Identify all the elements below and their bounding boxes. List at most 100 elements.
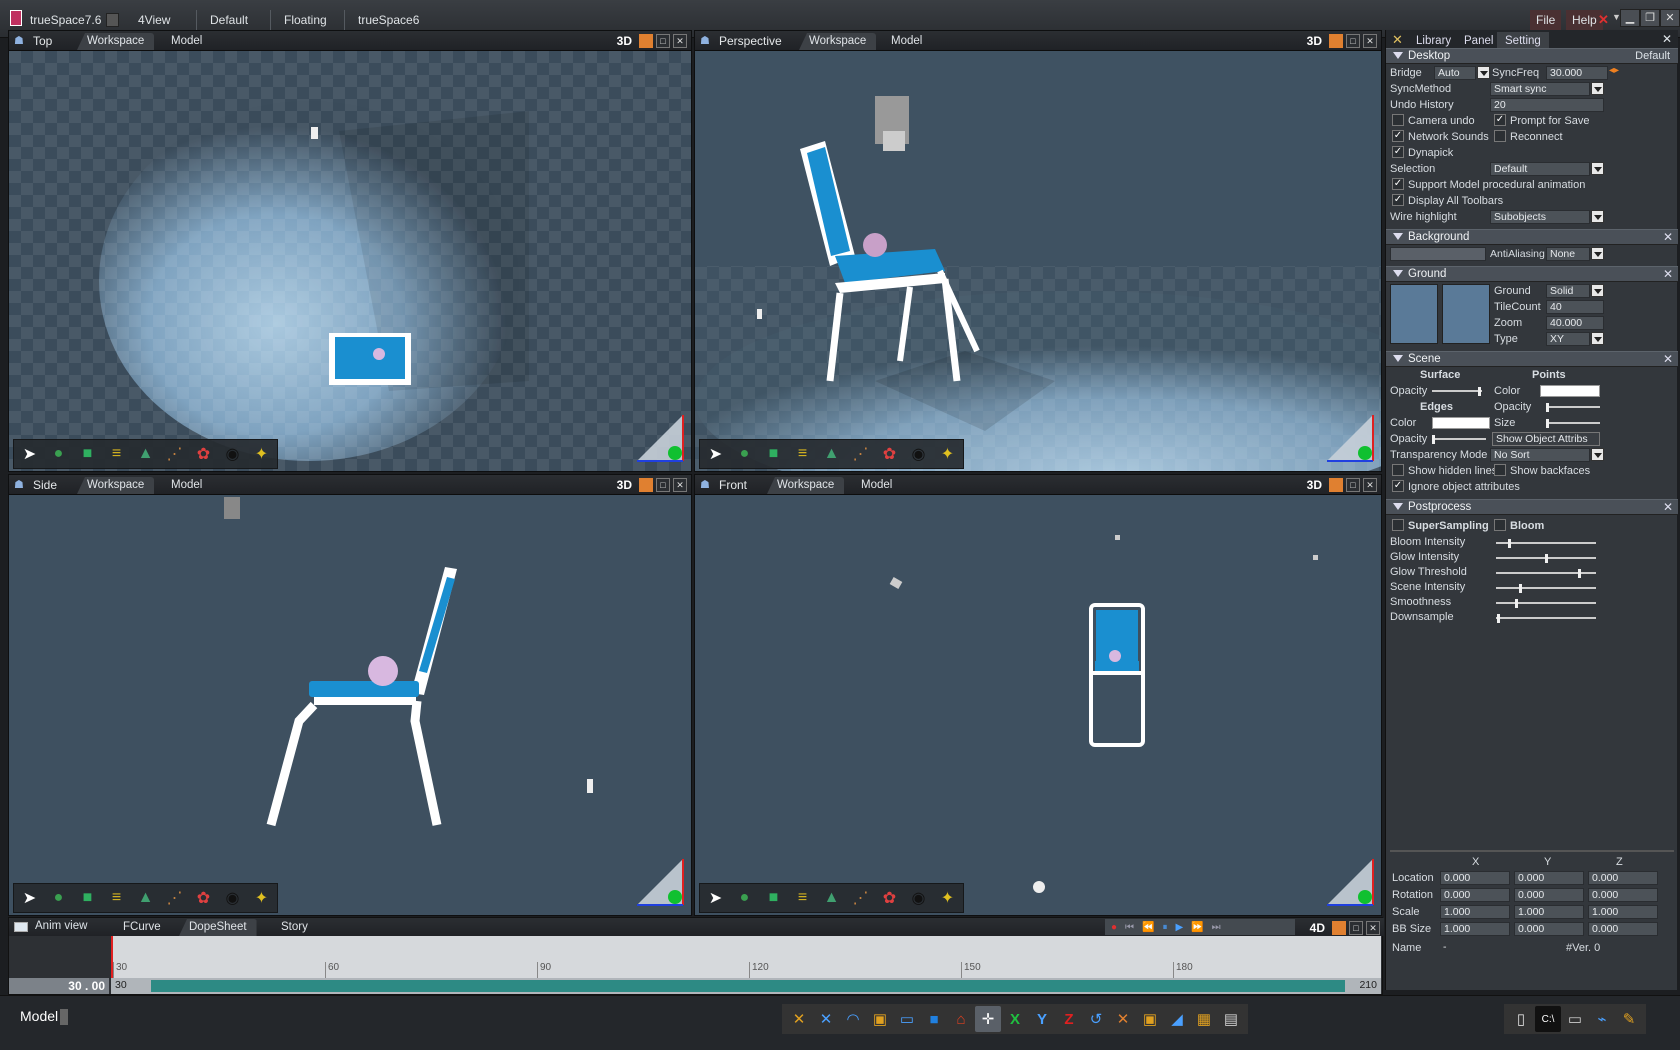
view-mode-3d[interactable]: 3D — [617, 478, 632, 492]
antialiasing-select[interactable]: None — [1546, 247, 1590, 261]
network-sounds-checkbox[interactable]: ✓ — [1392, 130, 1404, 142]
viewport-canvas[interactable]: ➤ ● ■ ≡ ▲ ⋰ ✿ ◉ ✦ — [9, 495, 691, 915]
tab-model[interactable]: Model — [881, 33, 932, 50]
box-icon[interactable]: ▣ — [867, 1006, 893, 1032]
spinner-icon[interactable]: ◂▸ — [1609, 65, 1619, 76]
camera-icon[interactable]: ☗ — [14, 35, 28, 47]
terrain-icon[interactable]: ▲ — [132, 885, 159, 911]
camera-orange-icon[interactable] — [1329, 34, 1343, 48]
tab-dopesheet[interactable]: DopeSheet — [179, 919, 257, 936]
collapse-triangle-icon[interactable] — [1393, 52, 1403, 59]
house-icon[interactable]: ⌂ — [948, 1006, 974, 1032]
file-menu[interactable]: File — [1530, 10, 1562, 30]
terrain-icon[interactable]: ▲ — [818, 885, 845, 911]
surface-opacity-slider[interactable] — [1432, 387, 1482, 396]
pp-slider[interactable] — [1496, 584, 1596, 593]
cube-icon[interactable]: ■ — [74, 885, 101, 911]
transform-value-field[interactable]: 0.000 — [1514, 871, 1584, 885]
camera-undo-checkbox[interactable] — [1392, 114, 1404, 126]
tilecount-field[interactable]: 40 — [1546, 300, 1604, 314]
close-button[interactable]: ✕ — [1660, 9, 1680, 27]
paint-icon[interactable]: ● — [45, 885, 72, 911]
select-arrow-icon[interactable]: ➤ — [16, 885, 43, 911]
wrench-icon[interactable]: ✕ — [813, 1006, 839, 1032]
camera-icon[interactable]: ☗ — [700, 35, 714, 47]
collapse-triangle-icon[interactable] — [1393, 270, 1403, 277]
camera-orange-icon[interactable] — [639, 34, 653, 48]
reconnect-checkbox[interactable] — [1494, 130, 1506, 142]
desktop-preset[interactable]: Default — [1635, 50, 1670, 62]
cube-blue-icon[interactable]: ■ — [921, 1006, 947, 1032]
tab-model[interactable]: Model — [161, 477, 212, 494]
timeline-ruler[interactable]: 30 60 90 120 150 180 — [111, 936, 1381, 978]
section-desktop[interactable]: Desktop Default — [1386, 48, 1678, 64]
axis-gizmo-icon[interactable] — [635, 857, 685, 907]
terrain-icon[interactable]: ▲ — [818, 441, 845, 467]
script-icon[interactable]: ✎ — [1616, 1006, 1642, 1032]
snap-icon[interactable]: ✕ — [1110, 1006, 1136, 1032]
palette-icon[interactable]: ✿ — [190, 441, 217, 467]
camera-orange-icon[interactable] — [1329, 478, 1343, 492]
tab-workspace[interactable]: Workspace — [77, 33, 155, 50]
maximize-button[interactable]: □ — [656, 478, 670, 492]
group-icon[interactable]: ▣ — [1137, 1006, 1163, 1032]
layers-icon[interactable]: ≡ — [789, 885, 816, 911]
step-forward-icon[interactable]: ⏩ — [1191, 922, 1203, 933]
transform-value-field[interactable]: 1.000 — [1440, 905, 1510, 919]
maximize-button[interactable]: □ — [1349, 921, 1363, 935]
support-model-checkbox[interactable]: ✓ — [1392, 178, 1404, 190]
current-frame-field[interactable]: 30 . 00 — [9, 978, 109, 994]
layers-icon[interactable]: ≡ — [789, 441, 816, 467]
syncfreq-field[interactable]: 30.000 — [1546, 66, 1608, 80]
go-start-icon[interactable]: ⏮ — [1125, 922, 1134, 933]
lasso-icon[interactable]: ◠ — [840, 1006, 866, 1032]
range-bar[interactable]: 30 210 — [111, 978, 1381, 994]
render-icon[interactable]: ▤ — [1218, 1006, 1244, 1032]
camera-orange-icon[interactable] — [1332, 921, 1346, 935]
layout-4view[interactable]: 4View — [126, 10, 182, 30]
axis-z-icon[interactable]: Z — [1056, 1006, 1082, 1032]
viewport-side[interactable]: ☗ Side Workspace Model 3D □ ✕ ➤ ● ■ ≡ ▲ … — [8, 474, 692, 916]
layout-floating[interactable]: Floating — [272, 10, 339, 30]
palette-icon[interactable]: ✿ — [190, 885, 217, 911]
camera-orange-icon[interactable] — [639, 478, 653, 492]
view-mode-4d[interactable]: 4D — [1310, 921, 1325, 935]
tab-fcurve[interactable]: FCurve — [113, 919, 171, 936]
view-mode-3d[interactable]: 3D — [1307, 478, 1322, 492]
close-icon[interactable]: ✕ — [1363, 34, 1377, 48]
view-mode-3d[interactable]: 3D — [617, 34, 632, 48]
hair-icon[interactable]: ⋰ — [161, 441, 188, 467]
transform-value-field[interactable]: 1.000 — [1514, 905, 1584, 919]
prompt-save-checkbox[interactable]: ✓ — [1494, 114, 1506, 126]
viewport-perspective[interactable]: ☗ Perspective Workspace Model 3D □ ✕ ➤ ●… — [694, 30, 1382, 472]
section-ground[interactable]: Ground ✕ — [1386, 266, 1678, 282]
transform-value-field[interactable]: 0.000 — [1588, 888, 1658, 902]
background-color-field[interactable] — [1390, 247, 1486, 261]
dynapick-checkbox[interactable]: ✓ — [1392, 146, 1404, 158]
go-end-icon[interactable]: ⏭ — [1212, 922, 1221, 933]
light-icon[interactable]: ◢ — [1164, 1006, 1190, 1032]
viewport-front[interactable]: ☗ Front Workspace Model 3D □ ✕ ➤ ● ■ ≡ ▲… — [694, 474, 1382, 916]
minimize-button[interactable]: ▁ — [1620, 9, 1640, 27]
tab-workspace[interactable]: Workspace — [77, 477, 155, 494]
section-postprocess[interactable]: Postprocess ✕ — [1386, 499, 1678, 515]
close-icon[interactable]: ✕ — [1663, 352, 1673, 366]
display-toolbars-checkbox[interactable]: ✓ — [1392, 194, 1404, 206]
range-end[interactable]: 210 — [1359, 979, 1377, 991]
hair-icon[interactable]: ⋰ — [161, 885, 188, 911]
select-arrow-icon[interactable]: ➤ — [702, 885, 729, 911]
wire-highlight-dropdown[interactable] — [1591, 210, 1604, 223]
viewport-canvas[interactable]: ➤ ● ■ ≡ ▲ ⋰ ✿ ◉ ✦ — [695, 51, 1381, 471]
ground-texture-preview[interactable] — [1390, 284, 1438, 344]
undo-icon[interactable]: ↺ — [1083, 1006, 1109, 1032]
folder-icon[interactable]: ▯ — [1508, 1006, 1534, 1032]
points-opacity-slider[interactable] — [1546, 403, 1600, 412]
tab-model[interactable]: Model — [161, 33, 212, 50]
view-mode-3d[interactable]: 3D — [1307, 34, 1322, 48]
select-arrow-icon[interactable]: ➤ — [702, 441, 729, 467]
type-dropdown[interactable] — [1591, 332, 1604, 345]
close-icon[interactable]: ✕ — [1663, 230, 1673, 244]
transform-value-field[interactable]: 0.000 — [1514, 888, 1584, 902]
tools-icon[interactable]: ✕ — [1392, 32, 1403, 48]
axis-x-icon[interactable]: X — [1002, 1006, 1028, 1032]
